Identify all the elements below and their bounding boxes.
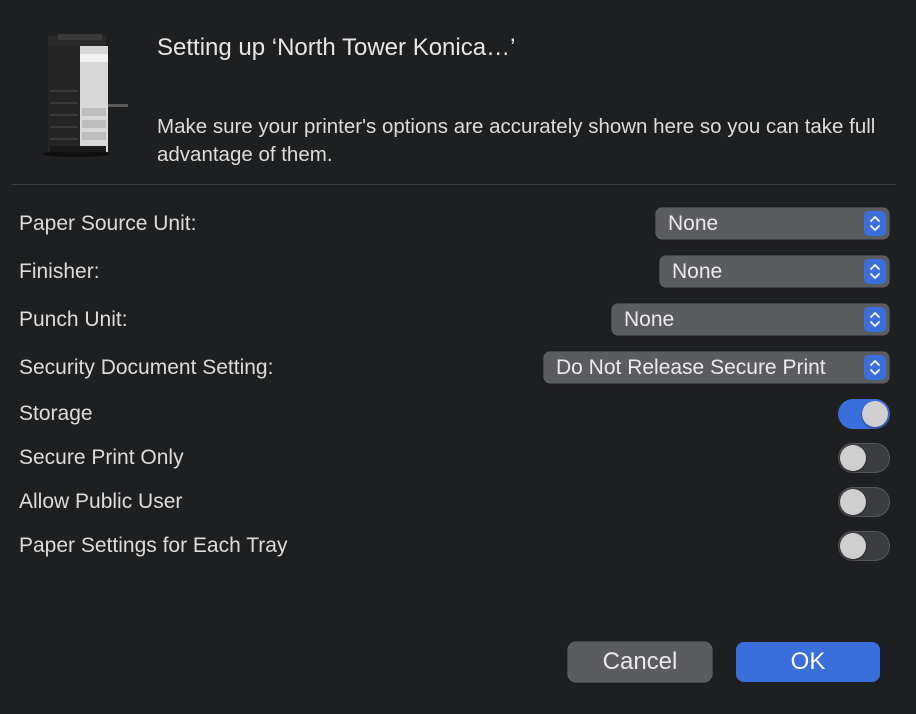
- allow-public-user-label: Allow Public User: [19, 490, 183, 513]
- chevron-up-down-icon: [864, 259, 886, 284]
- finisher-label: Finisher:: [19, 260, 100, 283]
- finisher-value: None: [672, 260, 723, 283]
- paper-source-unit-popup[interactable]: None: [656, 208, 889, 239]
- punch-unit-value: None: [624, 308, 675, 331]
- punch-unit-popup[interactable]: None: [612, 304, 889, 335]
- security-document-setting-value: Do Not Release Secure Print: [556, 356, 826, 379]
- punch-unit-label: Punch Unit:: [19, 308, 128, 331]
- chevron-up-down-icon: [864, 307, 886, 332]
- storage-label: Storage: [19, 402, 93, 425]
- paper-source-unit-label: Paper Source Unit:: [19, 212, 197, 235]
- security-document-setting-popup[interactable]: Do Not Release Secure Print: [544, 352, 889, 383]
- security-document-setting-label: Security Document Setting:: [19, 356, 274, 379]
- toggle-knob: [840, 489, 866, 515]
- secure-print-only-toggle[interactable]: [838, 443, 890, 473]
- chevron-up-down-icon: [864, 355, 886, 380]
- paper-settings-each-tray-toggle[interactable]: [838, 531, 890, 561]
- toggle-knob: [862, 401, 888, 427]
- dialog-title: Setting up ‘North Tower Konica…’: [157, 34, 516, 61]
- ok-button[interactable]: OK: [736, 642, 880, 682]
- storage-toggle[interactable]: [838, 399, 890, 429]
- printer-icon: [42, 34, 134, 158]
- toggle-knob: [840, 445, 866, 471]
- divider: [12, 184, 896, 185]
- dialog-description: Make sure your printer's options are acc…: [157, 115, 876, 166]
- secure-print-only-label: Secure Print Only: [19, 446, 184, 469]
- toggle-knob: [840, 533, 866, 559]
- allow-public-user-toggle[interactable]: [838, 487, 890, 517]
- finisher-popup[interactable]: None: [660, 256, 889, 287]
- cancel-button[interactable]: Cancel: [568, 642, 712, 682]
- paper-source-unit-value: None: [668, 212, 719, 235]
- paper-settings-each-tray-label: Paper Settings for Each Tray: [19, 534, 288, 557]
- chevron-up-down-icon: [864, 211, 886, 236]
